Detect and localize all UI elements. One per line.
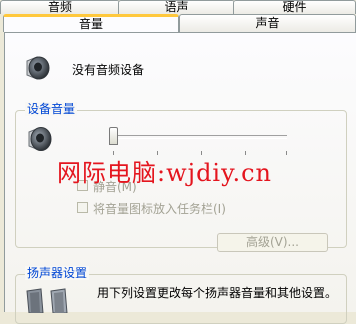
speaker-settings-title: 扬声器设置 xyxy=(25,266,90,280)
tab-voice[interactable]: 语声 xyxy=(118,0,235,14)
tray-icon-checkbox[interactable] xyxy=(77,202,88,213)
volume-slider-thumb[interactable] xyxy=(109,127,118,145)
tab-volume[interactable]: 音量 xyxy=(3,14,179,32)
tray-icon-label: 将音量图标放入任务栏(I) xyxy=(93,202,226,216)
back-tab-row: 音频 语声 硬件 xyxy=(0,0,356,14)
speaker-icon xyxy=(23,53,53,83)
watermark-text: 网际电脑:wjdiy.cn xyxy=(57,159,273,187)
advanced-button[interactable]: 高级(V)... xyxy=(217,233,328,252)
device-volume-title: 设备音量 xyxy=(25,102,78,116)
tab-hardware[interactable]: 硬件 xyxy=(233,0,356,14)
front-tab-row: 音量 声音 xyxy=(0,14,356,32)
tab-sounds[interactable]: 声音 xyxy=(179,14,356,32)
speakers-icon xyxy=(25,287,69,314)
tab-panel-volume: 没有音频设备 设备音量 静音(M) 将音量图标放入任务栏(I) 网际电脑:wjd… xyxy=(4,32,356,324)
device-status-text: 没有音频设备 xyxy=(72,63,145,77)
tab-audio[interactable]: 音频 xyxy=(0,0,120,14)
volume-slider-track[interactable] xyxy=(109,135,287,139)
slider-tick xyxy=(286,151,287,155)
speaker-settings-description: 用下列设置更改每个扬声器音量和其他设置。 xyxy=(97,286,338,300)
speaker-icon xyxy=(25,123,55,155)
